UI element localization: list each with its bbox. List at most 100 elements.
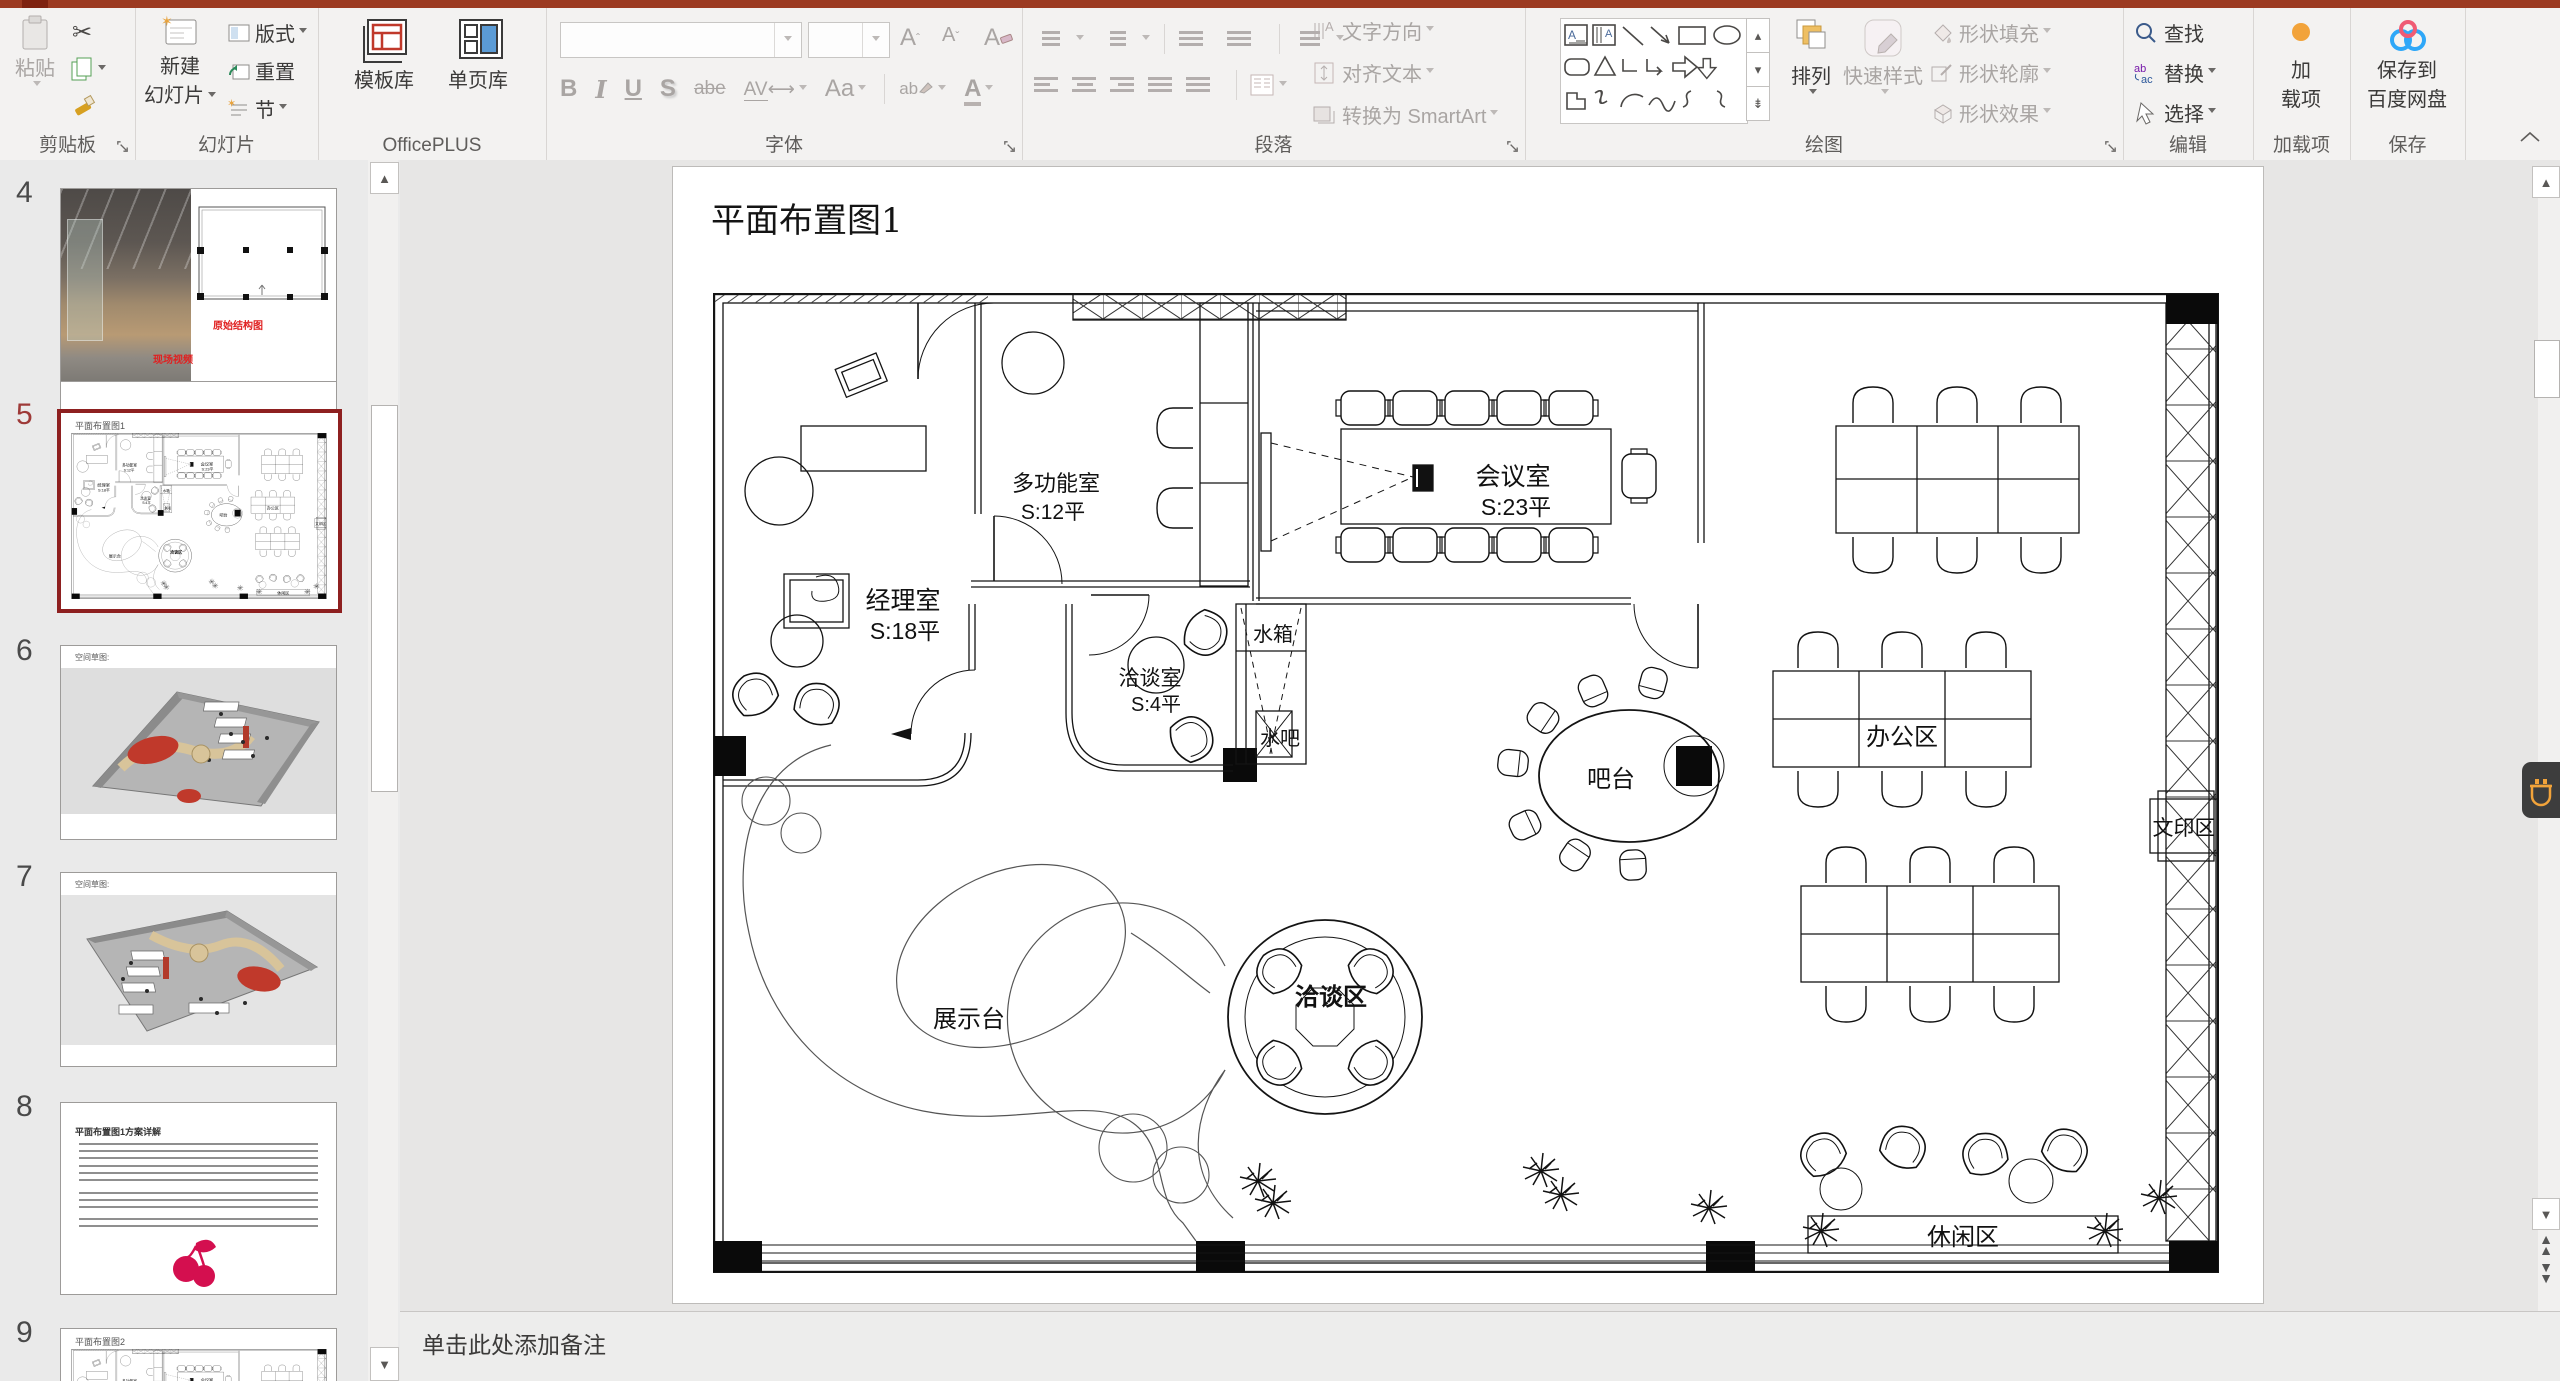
paste-button[interactable]: 粘贴	[6, 14, 64, 90]
previous-slide-button[interactable]: ▲▲	[2534, 1234, 2558, 1256]
strikethrough-button[interactable]: abe	[694, 78, 726, 100]
align-text-icon	[1312, 61, 1338, 85]
numbering-icon[interactable]	[1100, 28, 1126, 50]
font-size-caret-icon[interactable]	[862, 23, 889, 57]
shape-gallery-more-button[interactable]: ⇟	[1746, 86, 1770, 121]
copy-button[interactable]	[70, 56, 106, 82]
underline-button[interactable]: U	[625, 75, 642, 103]
section-icon: ✶	[227, 99, 251, 119]
slide-9-title: 平面布置图2	[75, 1335, 125, 1348]
grow-font-button[interactable]: Aˆ	[900, 24, 920, 52]
align-center-icon[interactable]	[1072, 74, 1098, 96]
shrink-font-button[interactable]: Aˇ	[942, 24, 959, 47]
shape-outline-button[interactable]: 形状轮廓	[1929, 58, 2051, 87]
font-name-caret-icon[interactable]	[774, 23, 801, 57]
convert-smartart-button[interactable]: 转换为 SmartArt	[1312, 100, 1498, 129]
select-button[interactable]: 选择	[2133, 98, 2216, 127]
text-direction-icon: A	[1312, 19, 1338, 43]
quick-styles-button[interactable]: 快速样式	[1843, 16, 1923, 98]
bold-button[interactable]: B	[560, 75, 577, 103]
italic-button[interactable]: I	[595, 75, 606, 104]
floor-plan-object[interactable]	[713, 293, 2219, 1273]
main-scroll-up-button[interactable]: ▲	[2532, 166, 2560, 198]
align-text-button[interactable]: 对齐文本	[1312, 58, 1434, 87]
arrange-caret-icon	[1809, 89, 1817, 98]
numbering-caret-icon[interactable]	[1142, 35, 1150, 44]
columns-icon[interactable]	[1249, 73, 1275, 97]
slide-5-title: 平面布置图1	[75, 419, 125, 432]
clipboard-dialog-launcher-icon[interactable]	[115, 139, 130, 154]
main-scrollbar-thumb[interactable]	[2534, 340, 2560, 398]
slide-4-thumbnail[interactable]: 原始结构图 现场视频	[60, 188, 337, 382]
panel-scroll-down-button[interactable]: ▼	[370, 1347, 399, 1381]
arrange-button[interactable]: 排列	[1783, 16, 1839, 98]
slide-5-floorplan-mini	[71, 433, 327, 599]
shape-scroll-down-button[interactable]: ▾	[1746, 52, 1770, 87]
increase-indent-icon[interactable]	[1227, 28, 1253, 50]
shape-gallery[interactable]: A A	[1560, 18, 1748, 124]
shape-scroll-up-button[interactable]: ▴	[1746, 18, 1770, 53]
clear-format-button[interactable]: A	[984, 24, 1014, 52]
slide-8-paragraph-3	[79, 1192, 318, 1213]
new-slide-button[interactable]: ✶ 新建 幻灯片	[143, 14, 217, 108]
collapse-ribbon-chevron-icon[interactable]	[2518, 130, 2542, 144]
single-page-library-button[interactable]: 单页库	[436, 16, 520, 93]
bullets-caret-icon[interactable]	[1076, 35, 1084, 44]
layout-button[interactable]: 版式	[227, 18, 307, 47]
decrease-indent-icon[interactable]	[1179, 28, 1205, 50]
justify-icon[interactable]	[1148, 74, 1174, 96]
font-size-combo[interactable]	[808, 22, 890, 58]
slide-7-caption: 空间草图:	[75, 879, 109, 890]
cut-button[interactable]: ✂	[72, 18, 92, 47]
slide-editor-area: 平面布置图1	[400, 160, 2560, 1311]
main-scrollbar[interactable]	[2538, 166, 2560, 1311]
text-shadow-button[interactable]: S	[660, 75, 676, 103]
paste-label: 粘贴	[15, 52, 55, 81]
panel-scrollbar-thumb[interactable]	[371, 405, 398, 792]
replace-button[interactable]: abac 替换	[2133, 58, 2216, 87]
main-scroll-down-button[interactable]: ▼	[2532, 1198, 2560, 1230]
align-right-icon[interactable]	[1110, 74, 1136, 96]
find-button[interactable]: 查找	[2133, 18, 2204, 47]
slide-canvas[interactable]: 平面布置图1	[672, 166, 2264, 1304]
slide-8-title: 平面布置图1方案详解	[75, 1125, 161, 1138]
text-direction-button[interactable]: A 文字方向	[1312, 16, 1434, 45]
slide-9-thumbnail[interactable]: 平面布置图2	[60, 1328, 337, 1381]
bullets-icon[interactable]	[1034, 28, 1060, 50]
slide-8-thumbnail[interactable]: 平面布置图1方案详解	[60, 1102, 337, 1295]
paragraph-dialog-launcher-icon[interactable]	[1505, 139, 1520, 154]
slide-6-thumbnail[interactable]: 空间草图:	[60, 645, 337, 840]
shape-effects-button[interactable]: 形状效果	[1929, 98, 2051, 127]
char-spacing-caret-icon	[799, 85, 807, 94]
drawing-dialog-launcher-icon[interactable]	[2103, 139, 2118, 154]
highlight-button[interactable]: ab	[899, 79, 946, 99]
template-library-button[interactable]: 模板库	[342, 16, 426, 93]
addins-button[interactable]: 加 载项	[2265, 16, 2337, 112]
next-slide-button[interactable]: ▼▼	[2534, 1262, 2558, 1284]
svg-text:ac: ac	[2141, 74, 2153, 85]
font-dialog-launcher-icon[interactable]	[1002, 139, 1017, 154]
panel-scroll-up-button[interactable]: ▲	[370, 162, 399, 194]
reset-button[interactable]: 重置	[227, 56, 295, 85]
slide-7-thumbnail[interactable]: 空间草图:	[60, 872, 337, 1067]
section-button[interactable]: ✶ 节	[227, 94, 287, 123]
layout-caret-icon	[299, 28, 307, 37]
shape-fill-button[interactable]: 形状填充	[1929, 18, 2051, 47]
char-spacing-button[interactable]: AV⟷	[744, 78, 807, 101]
change-case-button[interactable]: Aa	[825, 75, 866, 103]
notes-pane[interactable]: 单击此处添加备注	[400, 1311, 2560, 1381]
format-painter-button[interactable]	[72, 94, 96, 118]
arrange-icon	[1793, 16, 1829, 60]
floating-plugin-widget[interactable]	[2522, 762, 2560, 818]
slide-title-textbox[interactable]: 平面布置图1	[711, 193, 903, 242]
slide-5-thumbnail-selected[interactable]: 平面布置图1	[57, 409, 342, 613]
distributed-icon[interactable]	[1186, 74, 1212, 96]
columns-caret-icon[interactable]	[1279, 81, 1287, 90]
save-to-baidu-button[interactable]: 保存到 百度网盘	[2358, 16, 2456, 112]
ribbon-group-officeplus: 模板库 单页库 OfficePLUS	[318, 8, 547, 160]
font-color-button[interactable]: A	[964, 75, 993, 103]
single-page-library-label: 单页库	[448, 64, 508, 93]
font-name-combo[interactable]	[560, 22, 802, 58]
slide-6-render	[61, 668, 336, 814]
align-left-icon[interactable]	[1034, 74, 1060, 96]
